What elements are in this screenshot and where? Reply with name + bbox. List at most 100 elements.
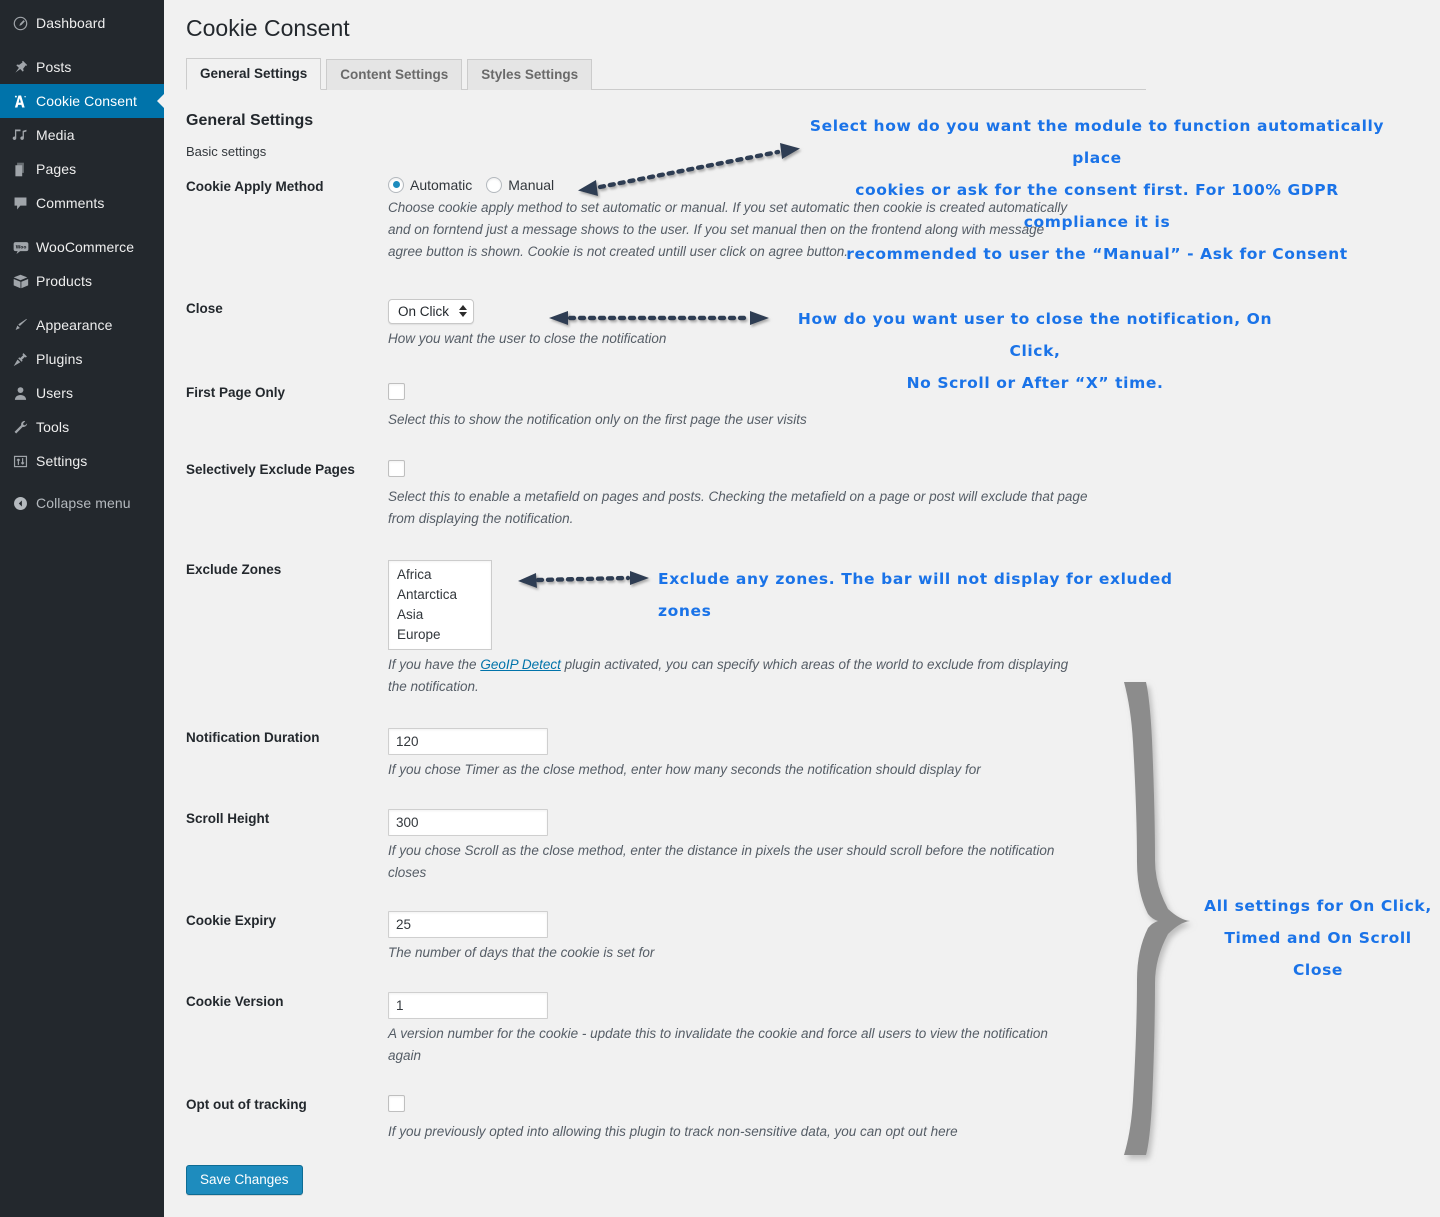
active-pointer-arrow-icon (157, 93, 165, 109)
radio-automatic[interactable]: Automatic (388, 176, 473, 193)
sidebar-item-dashboard[interactable]: Dashboard (0, 6, 164, 40)
sidebar-item-pages[interactable]: Pages (0, 152, 164, 186)
sidebar-item-comments[interactable]: Comments (0, 186, 164, 220)
sidebar-item-label: Products (36, 273, 93, 289)
sliders-icon (12, 453, 36, 470)
opt-out-of-tracking-checkbox[interactable] (388, 1094, 405, 1112)
sidebar-item-label: Appearance (36, 317, 113, 333)
section-heading: General Settings (186, 111, 314, 129)
sidebar-item-label: Users (36, 385, 74, 401)
page-title: Cookie Consent (186, 15, 350, 41)
sidebar-item-plugins[interactable]: Plugins (0, 342, 164, 376)
exclude-zones-option[interactable]: Europe (389, 625, 491, 645)
close-method-select[interactable]: On Click (388, 298, 474, 324)
cookie-version-input[interactable] (388, 991, 548, 1019)
field-row-notification-duration: Notification Duration If you chose Timer… (164, 727, 1440, 781)
field-description: Select this to show the notification onl… (388, 411, 807, 427)
field-label: Opt out of tracking (186, 1096, 307, 1112)
field-label: Cookie Apply Method (186, 178, 324, 194)
tab-general-settings[interactable]: General Settings (186, 57, 322, 90)
field-label: Selectively Exclude Pages (186, 461, 355, 477)
sidebar-item-label: Tools (36, 419, 70, 435)
exclude-zones-listbox[interactable]: Africa Antarctica Asia Europe (388, 559, 492, 650)
sidebar-item-cookie-consent[interactable]: Cookie Consent (0, 84, 165, 118)
sidebar-item-label: Settings (36, 453, 88, 469)
radio-manual[interactable]: Manual (486, 176, 555, 193)
woocommerce-icon: Woo (12, 239, 36, 256)
dashboard-icon (12, 15, 36, 32)
media-icon (12, 127, 36, 144)
field-row-scroll-height: Scroll Height If you chose Scroll as the… (164, 808, 1440, 884)
tab-styles-settings[interactable]: Styles Settings (467, 58, 593, 90)
collapse-menu-label: Collapse menu (36, 495, 131, 511)
sidebar-item-appearance[interactable]: Appearance (0, 308, 164, 342)
geoip-detect-link[interactable]: GeoIP Detect (480, 657, 561, 672)
radio-label: Manual (508, 176, 555, 193)
products-box-icon (12, 273, 36, 290)
field-row-first-page-only: First Page Only Select this to show the … (164, 382, 1440, 431)
sidebar-item-woocommerce[interactable]: Woo WooCommerce (0, 230, 164, 264)
sidebar-item-label: Pages (36, 161, 77, 177)
plug-icon (12, 351, 36, 368)
sidebar-item-label: Media (36, 127, 75, 143)
selectively-exclude-pages-checkbox[interactable] (388, 459, 405, 477)
field-label: Close (186, 300, 223, 316)
notification-duration-input[interactable] (388, 727, 548, 755)
field-description: If you previously opted into allowing th… (388, 1123, 958, 1139)
field-description: If you chose Timer as the close method, … (388, 761, 981, 777)
field-label: Notification Duration (186, 729, 320, 745)
sidebar-item-label: Dashboard (36, 15, 106, 31)
sidebar-item-label: Comments (36, 195, 105, 211)
field-label: Cookie Expiry (186, 912, 277, 928)
pages-icon (12, 161, 36, 178)
svg-text:Woo: Woo (16, 244, 27, 250)
first-page-only-checkbox[interactable] (388, 382, 405, 400)
radio-label: Automatic (410, 176, 473, 193)
sidebar-item-products[interactable]: Products (0, 264, 164, 298)
admin-sidebar: Dashboard Posts Cookie Consent Media Pag… (0, 0, 165, 1217)
sidebar-item-tools[interactable]: Tools (0, 410, 164, 444)
collapse-arrow-icon (12, 495, 36, 512)
settings-tab-bar: General Settings Content Settings Styles… (186, 57, 1146, 90)
field-row-selectively-exclude-pages: Selectively Exclude Pages Select this to… (164, 459, 1440, 530)
field-row-close: Close On Click How you want the user to … (164, 298, 1440, 350)
exclude-zones-option[interactable]: Asia (389, 605, 491, 625)
main-content: Cookie Consent General Settings Content … (164, 0, 1440, 1217)
sidebar-item-media[interactable]: Media (0, 118, 164, 152)
field-label: First Page Only (186, 384, 286, 400)
field-description: The number of days that the cookie is se… (388, 944, 655, 960)
close-method-selected-value: On Click (398, 303, 450, 319)
cookie-expiry-input[interactable] (388, 910, 548, 938)
scroll-height-input[interactable] (388, 808, 548, 836)
field-description: Choose cookie apply method to set automa… (388, 199, 1068, 259)
settings-form: Cookie Apply Method Automatic Manual Cho… (164, 176, 1440, 1195)
sidebar-item-settings[interactable]: Settings (0, 444, 164, 478)
field-row-exclude-zones: Exclude Zones Africa Antarctica Asia Eur… (164, 559, 1440, 698)
field-description: Select this to enable a metafield on pag… (388, 488, 1088, 526)
field-description: If you chose Scroll as the close method,… (388, 842, 1055, 880)
field-row-opt-out-of-tracking: Opt out of tracking If you previously op… (164, 1094, 1440, 1143)
sidebar-item-label: Cookie Consent (36, 93, 138, 109)
field-row-cookie-apply-method: Cookie Apply Method Automatic Manual Cho… (164, 176, 1440, 263)
field-label: Cookie Version (186, 993, 284, 1009)
brush-icon (12, 317, 36, 334)
field-label: Scroll Height (186, 810, 270, 826)
sidebar-item-users[interactable]: Users (0, 376, 164, 410)
select-stepper-arrows-icon (459, 305, 467, 318)
exclude-zones-option[interactable]: Africa (389, 565, 491, 585)
collapse-menu-button[interactable]: Collapse menu (0, 486, 164, 520)
radio-button-icon[interactable] (486, 176, 503, 193)
field-description: If you have the GeoIP Detect plugin acti… (388, 654, 1088, 698)
sidebar-item-posts[interactable]: Posts (0, 50, 164, 84)
comments-icon (12, 195, 36, 212)
radio-button-icon[interactable] (388, 176, 404, 193)
section-subheading: Basic settings (186, 143, 267, 159)
admin-screen: Dashboard Posts Cookie Consent Media Pag… (0, 0, 1440, 1217)
field-description: How you want the user to close the notif… (388, 330, 667, 346)
save-changes-button[interactable]: Save Changes (186, 1164, 303, 1195)
description-text-before: If you have the (388, 656, 481, 672)
field-row-cookie-version: Cookie Version A version number for the … (164, 991, 1440, 1067)
sidebar-item-label: Posts (36, 59, 72, 75)
tab-content-settings[interactable]: Content Settings (326, 58, 463, 90)
exclude-zones-option[interactable]: Antarctica (389, 585, 491, 605)
